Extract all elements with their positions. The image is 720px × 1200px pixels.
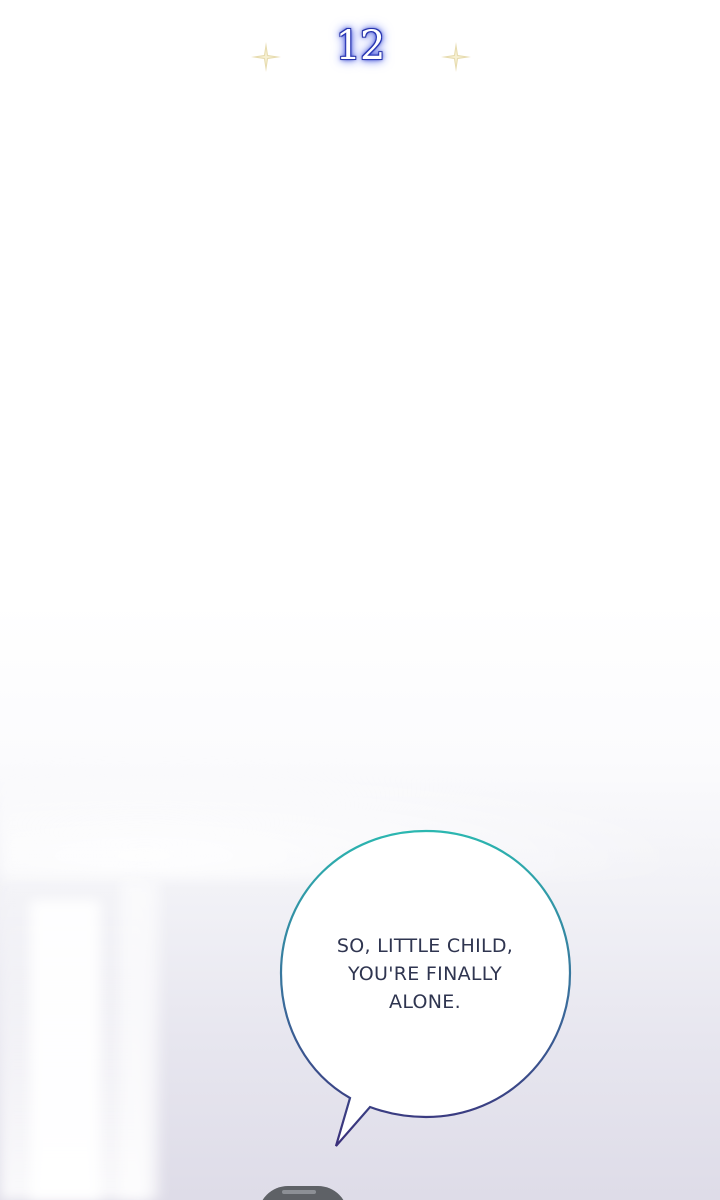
comic-panel: 12 SO, LITTLE CHILD, YOU'RE FINALLY ALON… — [0, 0, 720, 1200]
sparkle-icon — [251, 42, 281, 72]
chapter-number: 12 — [335, 23, 386, 69]
dialogue-line: SO, LITTLE CHILD, — [336, 935, 514, 957]
speech-bubble-text: SO, LITTLE CHILD, YOU'RE FINALLY ALONE. — [310, 932, 540, 1016]
dialogue-line: ALONE. — [389, 991, 461, 1013]
sparkle-icon — [441, 42, 471, 72]
chapter-header: 12 — [0, 18, 720, 74]
window-light-column — [30, 900, 100, 1200]
window-light-column — [120, 880, 160, 1200]
character-hair-highlight — [282, 1190, 316, 1194]
dialogue-line: YOU'RE FINALLY — [347, 963, 503, 985]
speech-bubble: SO, LITTLE CHILD, YOU'RE FINALLY ALONE. — [270, 822, 590, 1162]
